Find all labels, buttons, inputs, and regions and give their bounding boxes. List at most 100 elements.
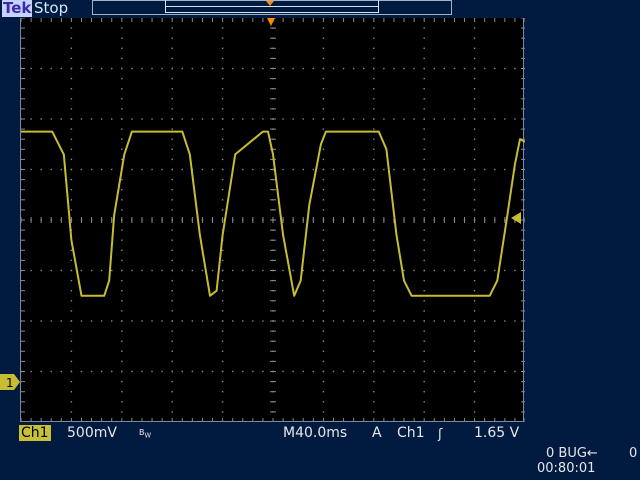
grid-dot <box>161 320 163 322</box>
trigger-level-arrow-icon <box>511 212 521 224</box>
grid-dot <box>373 310 375 312</box>
grid-dot <box>403 118 405 120</box>
grid-dot <box>70 411 73 413</box>
grid-dot <box>473 239 476 241</box>
grid-dot <box>121 350 123 352</box>
waveform-display[interactable] <box>20 18 525 422</box>
grid-dot <box>171 138 173 140</box>
grid-dot <box>373 360 375 363</box>
grid-dot <box>413 67 415 70</box>
grid-dot <box>171 320 173 322</box>
grid-dot <box>262 168 264 171</box>
clock-readout: 00:80:01 <box>537 461 596 476</box>
grid-dot <box>292 370 294 373</box>
grid-dot <box>443 320 446 322</box>
grid-dot <box>111 168 113 171</box>
grid-dot <box>161 168 163 171</box>
grid-dot <box>373 209 375 211</box>
grid-dot <box>70 360 73 363</box>
grid-dot <box>463 320 466 322</box>
grid-dot <box>292 118 294 120</box>
grid-dot <box>50 168 52 171</box>
grid-dot <box>473 380 476 383</box>
grid-dot <box>70 370 73 373</box>
ch1-ground-marker[interactable]: 1 <box>0 374 20 390</box>
grid-dot <box>423 108 425 110</box>
grid-dot <box>373 391 375 393</box>
grid-dot <box>413 118 415 120</box>
grid-dot <box>171 401 173 403</box>
channel-label[interactable]: Ch1 <box>19 425 51 441</box>
grid-dot <box>423 239 425 241</box>
grid-dot <box>252 118 254 120</box>
status-count: 0 <box>629 446 638 461</box>
grid-dot <box>423 47 425 49</box>
grid-dot <box>70 259 73 262</box>
grid-dot <box>141 269 143 272</box>
grid-dot <box>423 67 425 70</box>
grid-dot <box>282 67 284 70</box>
grid-dot <box>473 290 476 292</box>
grid-dot <box>252 370 254 373</box>
grid-dot <box>494 168 496 171</box>
grid-dot <box>373 401 375 403</box>
grid-dot <box>141 67 143 70</box>
grid-dot <box>373 138 375 140</box>
grid-dot <box>171 189 173 191</box>
grid-dot <box>181 269 183 272</box>
grid-dot <box>171 57 173 60</box>
grid-dot <box>423 88 425 90</box>
grid-dot <box>221 380 224 383</box>
grid-dot <box>383 370 385 373</box>
grid-dot <box>211 370 214 373</box>
grid-dot <box>191 320 194 322</box>
grid-dot <box>494 67 496 70</box>
grid-dot <box>494 320 496 322</box>
grid-dot <box>221 330 224 332</box>
grid-dot <box>322 269 325 272</box>
grid-dot <box>70 199 73 201</box>
grid-dot <box>373 128 375 130</box>
grid-dot <box>443 269 446 272</box>
trigger-level-marker[interactable] <box>511 212 523 224</box>
grid-dot <box>373 239 375 241</box>
grid-dot <box>121 47 123 49</box>
grid-dot <box>373 88 375 90</box>
grid-dot <box>151 67 153 70</box>
grid-dot <box>161 269 163 272</box>
grid-dot <box>191 269 194 272</box>
grid-dot <box>383 168 385 171</box>
grid-dot <box>373 350 375 352</box>
grid-dot <box>423 411 425 413</box>
grid-dot <box>282 269 284 272</box>
grid-dot <box>332 67 335 70</box>
grid-dot <box>70 108 73 110</box>
grid-dot <box>100 370 103 373</box>
grid-dot <box>231 320 234 322</box>
grid-dot <box>121 209 123 211</box>
grid-dot <box>121 279 123 282</box>
grid-dot <box>433 118 435 120</box>
grid-dot <box>171 340 173 342</box>
grid-dot <box>111 269 113 272</box>
grid-dot <box>80 269 83 272</box>
grid-dot <box>80 168 83 171</box>
grid-dot <box>121 148 123 150</box>
bandwidth-limit-icon: BW <box>139 428 151 440</box>
grid-dot <box>473 158 476 161</box>
grid-dot <box>423 27 425 29</box>
grid-dot <box>423 249 425 251</box>
grid-dot <box>423 77 425 80</box>
grid-dot <box>211 67 214 70</box>
grid-dot <box>292 168 294 171</box>
grid-dot <box>262 269 264 272</box>
ground-marker-label: 1 <box>6 376 14 390</box>
grid-dot <box>221 269 224 272</box>
grid-dot <box>171 380 173 383</box>
grid-dot <box>373 370 375 373</box>
grid-dot <box>131 118 133 120</box>
grid-dot <box>221 340 224 342</box>
grid-dot <box>433 67 435 70</box>
grid-dot <box>171 411 173 413</box>
grid-dot <box>70 279 73 282</box>
